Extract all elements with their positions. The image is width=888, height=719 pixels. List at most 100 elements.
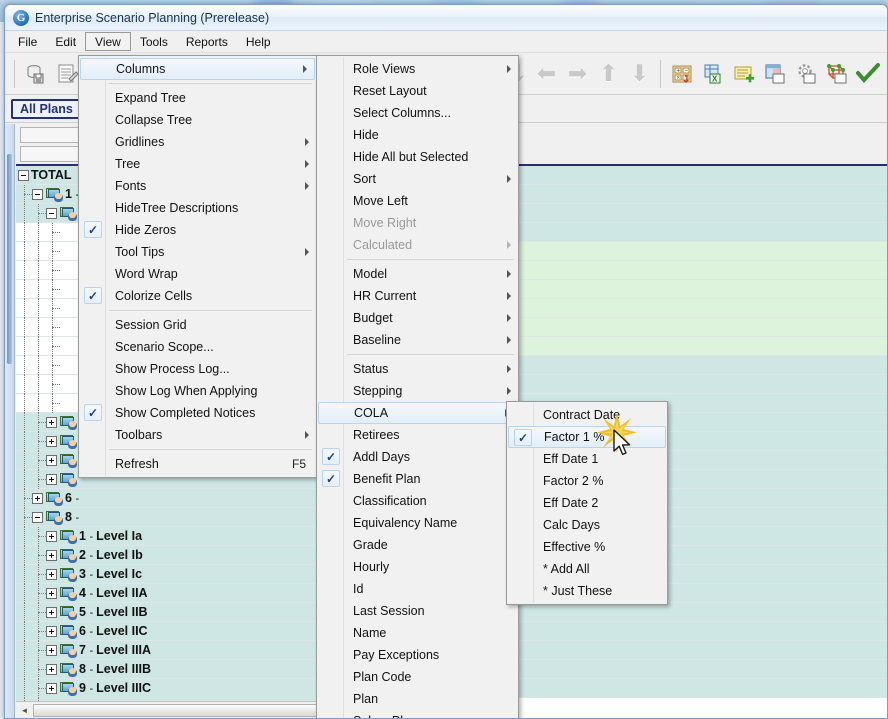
view-menu-item-word-wrap[interactable]: Word Wrap (79, 263, 316, 285)
cola-menu-item-add-all[interactable]: * Add All (507, 558, 667, 580)
plan-chip-all-plans[interactable]: All Plans (11, 98, 82, 119)
view-menu-item-gridlines[interactable]: Gridlines (79, 131, 316, 153)
tree-expand-icon[interactable] (46, 587, 57, 599)
cola-menu-item-factor-2[interactable]: Factor 2 % (507, 470, 667, 492)
columns-menu-item-hide[interactable]: Hide (317, 124, 518, 146)
cola-menu-item-calc-days[interactable]: Calc Days (507, 514, 667, 536)
menubar-item-help[interactable]: Help (237, 31, 280, 52)
menubar-item-file[interactable]: File (9, 31, 46, 52)
menubar-item-reports[interactable]: Reports (177, 31, 237, 52)
view-menu-item-toolbars[interactable]: Toolbars (79, 424, 316, 446)
columns-menu-item-model[interactable]: Model (317, 263, 518, 285)
tree-expand-icon[interactable] (46, 530, 57, 542)
view-menu-item-collapse-tree[interactable]: Collapse Tree (79, 109, 316, 131)
scenario-icon[interactable] (821, 58, 852, 89)
view-menu-item-show-process-log[interactable]: Show Process Log... (79, 358, 316, 380)
scroll-thumb[interactable] (33, 703, 331, 717)
view-menu-item-scenario-scope[interactable]: Scenario Scope... (79, 336, 316, 358)
left-dock-strip[interactable] (5, 124, 15, 718)
columns-menu-item-hourly[interactable]: Hourly (317, 556, 518, 578)
columns-menu-item-pay-exceptions[interactable]: Pay Exceptions (317, 644, 518, 666)
cola-menu-item-factor-1[interactable]: ✓ Factor 1 % (508, 426, 666, 448)
columns-menu-item-addl-days[interactable]: ✓ Addl Days (317, 446, 518, 468)
columns-menu-item-hide-all-but-selected[interactable]: Hide All but Selected (317, 146, 518, 168)
columns-menu-item-benefit-plan[interactable]: ✓ Benefit Plan (317, 468, 518, 490)
view-menu-item-show-completed-notices[interactable]: ✓ Show Completed Notices (79, 402, 316, 424)
tree-collapse-icon[interactable] (32, 188, 43, 200)
tree-collapse-icon[interactable] (18, 169, 29, 181)
columns-menu-item-status[interactable]: Status (317, 358, 518, 380)
tree-node[interactable]: 1 - Level Ia (16, 526, 333, 546)
tree-expand-icon[interactable] (46, 454, 57, 466)
move-left-icon[interactable]: ⬅ (531, 58, 562, 89)
tree-expand-icon[interactable] (46, 473, 57, 485)
view-menu-item-expand-tree[interactable]: Expand Tree (79, 87, 316, 109)
columns-menu-item-select-columns[interactable]: Select Columns... (317, 102, 518, 124)
scroll-left-arrow-icon[interactable]: ◄ (16, 703, 33, 718)
tree-node[interactable]: 8 - (16, 507, 333, 527)
tree-expand-icon[interactable] (46, 663, 57, 675)
columns-menu-item-sort[interactable]: Sort (317, 168, 518, 190)
columns-menu-item-equivalency-name[interactable]: Equivalency Name (317, 512, 518, 534)
tree-collapse-icon[interactable] (46, 207, 57, 219)
columns-menu-item-plan-code[interactable]: Plan Code (317, 666, 518, 688)
columns-menu-item-last-session[interactable]: Last Session (317, 600, 518, 622)
move-right-icon[interactable]: ➡ (562, 58, 593, 89)
calculator-icon[interactable]: + − × (666, 58, 697, 89)
view-menu-item-hidetree-descriptions[interactable]: HideTree Descriptions (79, 197, 316, 219)
tree-node[interactable]: 4 - Level IIA (16, 583, 333, 603)
tree-expand-icon[interactable] (32, 492, 43, 504)
columns-menu-item-role-views[interactable]: Role Views (317, 58, 518, 80)
new-grid-icon[interactable] (759, 58, 790, 89)
tree-node[interactable]: 3 - Level Ic (16, 564, 333, 584)
columns-menu-item-reset-layout[interactable]: Reset Layout (317, 80, 518, 102)
tree-expand-icon[interactable] (46, 416, 57, 428)
cola-menu-item-contract-date[interactable]: Contract Date (507, 404, 667, 426)
view-menu-item-show-log-when-applying[interactable]: Show Log When Applying (79, 380, 316, 402)
tree-expand-icon[interactable] (46, 644, 57, 656)
apply-check-icon[interactable] (852, 58, 883, 89)
tree-expand-icon[interactable] (46, 435, 57, 447)
columns-menu-item-hr-current[interactable]: HR Current (317, 285, 518, 307)
tree-expand-icon[interactable] (46, 568, 57, 580)
columns-menu-item-classification[interactable]: Classification (317, 490, 518, 512)
columns-menu-item-grade[interactable]: Grade (317, 534, 518, 556)
tree-horizontal-scrollbar[interactable]: ◄ (16, 701, 333, 718)
dock-grip[interactable] (7, 154, 12, 364)
tree-expand-icon[interactable] (46, 549, 57, 561)
tree-node[interactable]: 7 - Level IIIA (16, 640, 333, 660)
menubar-item-edit[interactable]: Edit (46, 31, 85, 52)
save-database-icon[interactable] (20, 58, 51, 89)
add-note-icon[interactable] (728, 58, 759, 89)
move-up-icon[interactable]: ⬆ (593, 58, 624, 89)
view-menu-item-fonts[interactable]: Fonts (79, 175, 316, 197)
view-menu-item-colorize-cells[interactable]: ✓ Colorize Cells (79, 285, 316, 307)
tree-node[interactable]: 6 - (16, 488, 333, 508)
tree-collapse-icon[interactable] (32, 511, 43, 523)
export-excel-icon[interactable]: X (697, 58, 728, 89)
tree-node[interactable]: 9 - Level IIIC (16, 678, 333, 698)
tree-node[interactable]: 8 - Level IIIB (16, 659, 333, 679)
cola-menu-item-effective[interactable]: Effective % (507, 536, 667, 558)
view-menu-item-session-grid[interactable]: Session Grid (79, 314, 316, 336)
columns-menu-item-baseline[interactable]: Baseline (317, 329, 518, 351)
columns-menu-item-name[interactable]: Name (317, 622, 518, 644)
view-menu-item-tree[interactable]: Tree (79, 153, 316, 175)
columns-menu-item-cola[interactable]: COLA (318, 402, 517, 424)
columns-menu-item-budget[interactable]: Budget (317, 307, 518, 329)
menubar-item-tools[interactable]: Tools (131, 31, 177, 52)
columns-menu-item-retirees[interactable]: Retirees (317, 424, 518, 446)
columns-menu-item-id[interactable]: Id (317, 578, 518, 600)
menubar-item-view[interactable]: View (85, 32, 131, 51)
tree-node[interactable]: 6 - Level IIC (16, 621, 333, 641)
columns-menu-item-salary-plans[interactable]: Salary Plans (317, 710, 518, 718)
cola-menu-item-eff-date-2[interactable]: Eff Date 2 (507, 492, 667, 514)
tree-expand-icon[interactable] (46, 682, 57, 694)
view-menu-item-refresh[interactable]: Refresh F5 (79, 453, 316, 475)
columns-menu-item-plan[interactable]: Plan (317, 688, 518, 710)
move-down-icon[interactable]: ⬇ (624, 58, 655, 89)
view-menu-item-hide-zeros[interactable]: ✓ Hide Zeros (79, 219, 316, 241)
tree-node[interactable]: 2 - Level Ib (16, 545, 333, 565)
columns-menu-item-stepping[interactable]: Stepping (317, 380, 518, 402)
tree-expand-icon[interactable] (46, 606, 57, 618)
